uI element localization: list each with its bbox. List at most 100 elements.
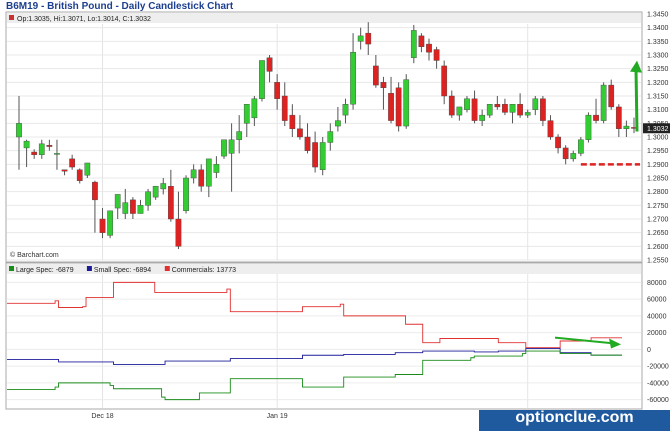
candle-body [304,136,311,151]
price-tick-label: 1.3150 [647,94,669,101]
price-tick-label: 1.2600 [647,244,669,251]
candle-body [403,79,410,127]
candle-body [456,106,463,116]
candle-body [532,98,539,110]
candle-body [251,98,258,119]
candle-body [600,84,607,121]
candle-body [577,139,584,154]
watermark: optionclue.com [515,409,634,426]
candle-body [479,114,486,121]
candle-body [464,98,470,110]
candle-body [69,158,76,168]
candle-body [494,103,501,108]
price-tick-label: 1.2850 [647,176,669,183]
ohlc-label: Op:1.3035, Hi:1.3071, Lo:1.3014, C:1.303… [17,16,151,23]
price-tick-label: 1.2900 [647,162,669,169]
candle-body [585,114,592,140]
candle-body [46,144,53,147]
legend-entry: Small Spec: -6894 [94,267,151,274]
x-tick-label: Jan 19 [267,413,288,420]
candle-body [213,164,220,173]
candle-body [562,147,569,160]
candle-body [236,131,243,140]
legend-swatch [9,266,14,271]
cot-tick-label: 0 [647,347,651,354]
candle-body [426,43,432,53]
price-tick-label: 1.2550 [647,258,669,265]
cot-tick-label: -20000 [647,364,669,371]
price-tick-label: 1.2950 [647,148,669,155]
candle-body [274,82,281,99]
candle-body [418,35,425,47]
candle-body [365,32,372,45]
candle-body [486,103,493,116]
candle-body [380,82,387,89]
price-tick-label: 1.3200 [647,80,669,87]
candle-body [160,183,167,190]
candle-body [471,98,478,121]
cot-tick-label: 20000 [647,330,667,337]
candle-body [31,151,38,155]
candle-body [297,128,303,138]
candle-body [372,65,379,86]
candle-body [259,60,265,99]
candle-body [615,106,622,130]
price-tick-label: 1.3000 [647,135,669,142]
candle-body [319,142,326,170]
price-tick-label: 1.2750 [647,203,669,210]
candle-body [114,194,121,209]
chart-canvas: Op:1.3035, Hi:1.3071, Lo:1.3014, C:1.303… [5,11,670,420]
candle-body [509,103,516,113]
candle-body [524,112,531,116]
candle-body [608,84,615,108]
cot-tick-label: 60000 [647,297,667,304]
candle-body [16,123,22,138]
candle-body [502,103,508,113]
candle-body [84,162,91,176]
candle-body [335,120,341,127]
candle-body [312,142,318,168]
candle-body [54,153,60,155]
candle-body [266,57,273,72]
candle-body [198,169,205,187]
cot-y-axis: 80000 60000 40000 20000 0 -20000 -40000 -60000 [647,280,669,404]
price-tick-label: 1.3250 [647,66,669,73]
price-tick-label: 1.2700 [647,217,669,224]
candle-body [342,103,349,116]
candle-body [289,114,296,129]
legend-entry: Commercials: 13773 [172,267,236,274]
price-tick-label: 1.3400 [647,25,669,32]
legend-swatch [164,266,170,271]
cot-tick-label: -60000 [647,397,669,404]
price-tick-label: 1.2800 [647,189,669,196]
candle-body [130,199,136,214]
candle-body [357,35,364,42]
candle-body [441,65,448,97]
ohlc-swatch [9,15,14,20]
candle-body [243,103,250,124]
candle-body [221,139,227,157]
candle-body [517,103,523,116]
candle-body [122,202,129,214]
source-label: © Barchart.com [10,251,59,259]
cot-tick-label: 40000 [647,313,667,320]
legend-swatch [86,266,92,271]
candle-body [570,153,577,160]
candle-body [175,218,182,247]
candle-body [555,136,561,149]
uptrend-arrow-shaft [634,68,639,132]
price-y-axis: 1.3450 1.3400 1.3350 1.3300 1.3250 1.3200 1.31… [643,12,670,265]
candle-body [61,169,68,172]
candle-body [448,95,455,116]
candle-body [281,95,288,121]
candle-body [350,52,356,105]
candle-body [228,139,235,154]
last-price-label: 1.3032 [647,126,669,133]
candle-body [593,114,599,121]
candle-body [183,177,189,211]
candle-body [38,143,45,155]
price-tick-label: 1.2650 [647,230,669,237]
candle-body [107,210,113,236]
candle-body [137,205,144,214]
cot-tick-label: -40000 [647,380,669,387]
